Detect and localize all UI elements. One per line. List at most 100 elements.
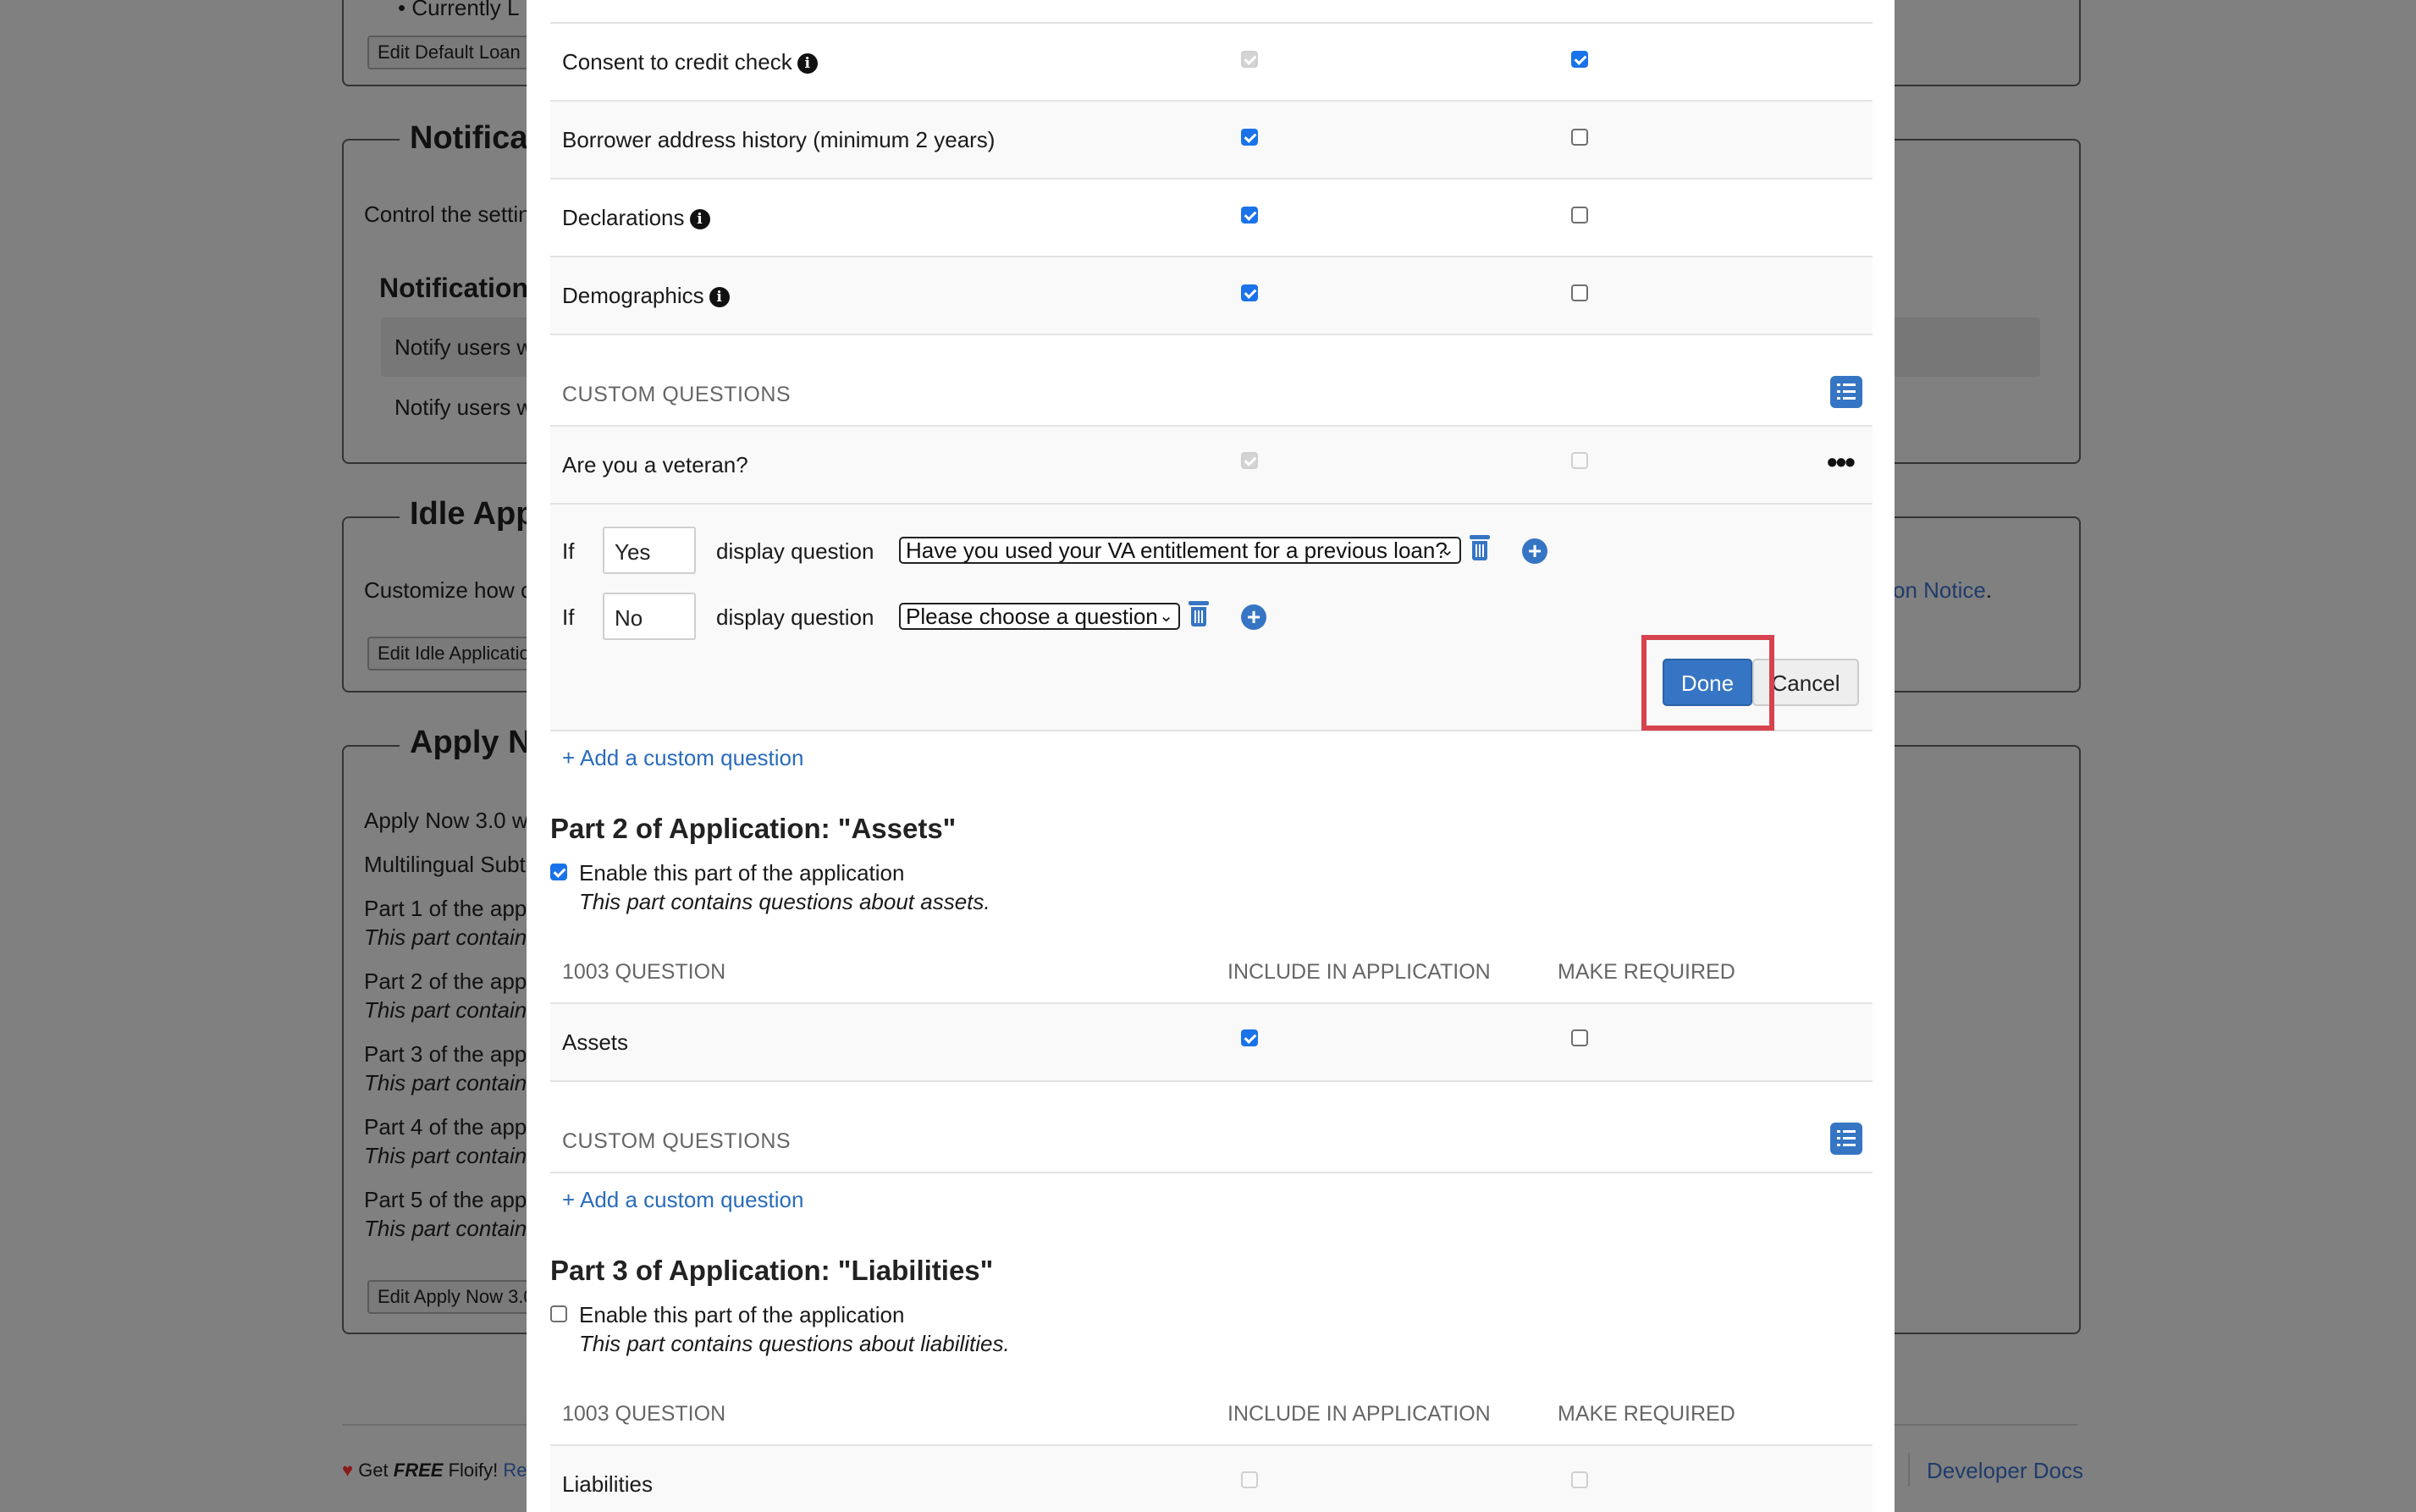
list-icon[interactable] <box>1830 1123 1862 1155</box>
col-1003-question: 1003 QUESTION <box>562 1402 726 1426</box>
required-checkbox <box>1571 452 1588 469</box>
include-checkbox <box>1241 51 1258 68</box>
part-2-title: Part 2 of Application: "Assets" <box>550 813 957 844</box>
apply-now-line: Multilingual Subti <box>364 852 531 877</box>
heart-icon: ♥ <box>342 1460 354 1481</box>
required-checkbox[interactable] <box>1571 1029 1588 1046</box>
required-checkbox <box>1571 1471 1588 1488</box>
custom-questions-header: CUSTOM QUESTIONS <box>562 1129 792 1153</box>
display-question-label: display question <box>716 538 874 564</box>
question-label: Demographics i <box>562 283 730 309</box>
required-checkbox[interactable] <box>1571 51 1588 68</box>
developer-docs-link[interactable]: Developer Docs <box>1927 1458 2083 1484</box>
question-row: Assets <box>550 1004 1873 1082</box>
idle-app-title: Idle App <box>400 496 546 533</box>
trash-icon[interactable] <box>1189 601 1209 626</box>
apply-now-line: Part 1 of the app <box>364 896 527 921</box>
apply-now-line: This part contains <box>364 1070 538 1095</box>
question-select[interactable]: Please choose a question ⌄ <box>899 603 1180 630</box>
add-condition-icon[interactable]: + <box>1522 538 1547 564</box>
apply-now-title: Apply N <box>400 725 542 761</box>
condition-answer-input[interactable]: No <box>603 593 696 640</box>
part-3-title: Part 3 of Application: "Liabilities" <box>550 1255 994 1286</box>
col-1003-question: 1003 QUESTION <box>562 960 726 984</box>
required-checkbox[interactable] <box>1571 284 1588 301</box>
trash-icon[interactable] <box>1470 535 1490 560</box>
question-label: Borrower address history (minimum 2 year… <box>562 127 996 152</box>
condition-answer-input[interactable]: Yes <box>603 527 696 574</box>
question-label: Consent to credit check i <box>562 49 818 75</box>
apply-now-line: This part contains <box>364 1143 538 1168</box>
footer-separator <box>1908 1453 1910 1487</box>
part-3-column-headers: 1003 QUESTION INCLUDE IN APPLICATION MAK… <box>550 1371 1873 1446</box>
question-label: Declarations i <box>562 205 710 231</box>
idle-app-description: Customize how c <box>364 577 532 603</box>
enable-part-3-checkbox[interactable] <box>550 1305 567 1322</box>
apply-now-line: Part 4 of the app <box>364 1114 527 1140</box>
apply-now-line: This part contains <box>364 997 538 1023</box>
question-row: Demographics i <box>550 257 1873 335</box>
col-include: INCLUDE IN APPLICATION <box>1227 1402 1491 1426</box>
include-checkbox[interactable] <box>1241 284 1258 301</box>
add-custom-question-link[interactable]: + Add a custom question <box>562 1187 803 1213</box>
include-checkbox[interactable] <box>1241 207 1258 223</box>
question-label: Liabilities <box>562 1471 653 1497</box>
edit-idle-app-button[interactable]: Edit Idle Applicatio <box>367 637 540 670</box>
question-row: Declarations i <box>550 179 1873 257</box>
col-include: INCLUDE IN APPLICATION <box>1227 960 1491 984</box>
apply-now-line: Part 2 of the app <box>364 968 527 994</box>
apply-now-line: Part 5 of the app <box>364 1187 527 1212</box>
include-checkbox[interactable] <box>1241 1029 1258 1046</box>
custom-questions-header-row: CUSTOM QUESTIONS <box>550 1082 1873 1173</box>
display-question-label: display question <box>716 604 874 630</box>
notice-link[interactable]: on Notice. <box>1893 577 1992 604</box>
custom-question-label: Are you a veteran? <box>562 452 748 477</box>
bullet-item: • Currently L <box>398 0 520 20</box>
part-2-description: This part contains questions about asset… <box>579 889 990 914</box>
info-icon[interactable]: i <box>709 287 730 308</box>
condition-if-label: If <box>562 604 575 630</box>
question-row: Consent to credit check i <box>550 24 1873 102</box>
edit-default-loan-button[interactable]: Edit Default Loan C <box>367 36 549 69</box>
enable-part-2-checkbox[interactable] <box>550 864 567 880</box>
col-required: MAKE REQUIRED <box>1558 960 1735 984</box>
list-icon[interactable] <box>1830 376 1862 408</box>
question-label: Assets <box>562 1029 629 1055</box>
col-required: MAKE REQUIRED <box>1558 1402 1735 1426</box>
apply-now-line: Apply Now 3.0 w <box>364 808 528 833</box>
ellipsis-icon[interactable]: ••• <box>1827 447 1856 477</box>
notifications-title: Notifica <box>400 120 538 157</box>
custom-question-row: Are you a veteran? ••• <box>550 427 1873 505</box>
question-row: Borrower address history (minimum 2 year… <box>550 102 1873 179</box>
add-condition-icon[interactable]: + <box>1241 604 1266 630</box>
enable-part-2-label: Enable this part of the application <box>579 860 905 886</box>
notify-setting-2: Notify users w <box>394 395 533 420</box>
part-2-column-headers: 1003 QUESTION INCLUDE IN APPLICATION MAK… <box>550 930 1873 1004</box>
include-checkbox <box>1241 1471 1258 1488</box>
question-select[interactable]: Have you used your VA entitlement for a … <box>899 537 1461 564</box>
footer-promo: ♥ Get FREE Floify! Re <box>342 1460 527 1481</box>
info-icon[interactable]: i <box>797 53 818 74</box>
notifications-description: Control the settin <box>364 201 531 227</box>
include-checkbox[interactable] <box>1241 129 1258 146</box>
condition-if-label: If <box>562 538 575 564</box>
done-button-highlight <box>1641 635 1774 731</box>
add-custom-question-link[interactable]: + Add a custom question <box>562 745 803 771</box>
info-icon[interactable]: i <box>689 209 710 230</box>
top-row-end <box>550 0 1873 24</box>
apply-now-line: This part contains <box>364 924 538 950</box>
custom-questions-header: CUSTOM QUESTIONS <box>562 383 792 406</box>
chevron-down-icon: ⌄ <box>1440 541 1454 560</box>
apply-now-settings-modal: Consent to credit check i Borrower addres… <box>527 0 1895 1512</box>
custom-questions-header-row: CUSTOM QUESTIONS <box>550 335 1873 427</box>
include-checkbox <box>1241 452 1258 469</box>
chevron-down-icon: ⌄ <box>1159 607 1173 626</box>
question-row: Liabilities <box>550 1446 1873 1512</box>
enable-part-3-label: Enable this part of the application <box>579 1302 905 1327</box>
required-checkbox[interactable] <box>1571 129 1588 146</box>
required-checkbox[interactable] <box>1571 207 1588 223</box>
apply-now-line: This part contains <box>364 1216 538 1241</box>
apply-now-line: Part 3 of the app <box>364 1041 527 1067</box>
part-3-description: This part contains questions about liabi… <box>579 1331 1010 1356</box>
edit-apply-now-button[interactable]: Edit Apply Now 3.0 <box>367 1280 544 1314</box>
